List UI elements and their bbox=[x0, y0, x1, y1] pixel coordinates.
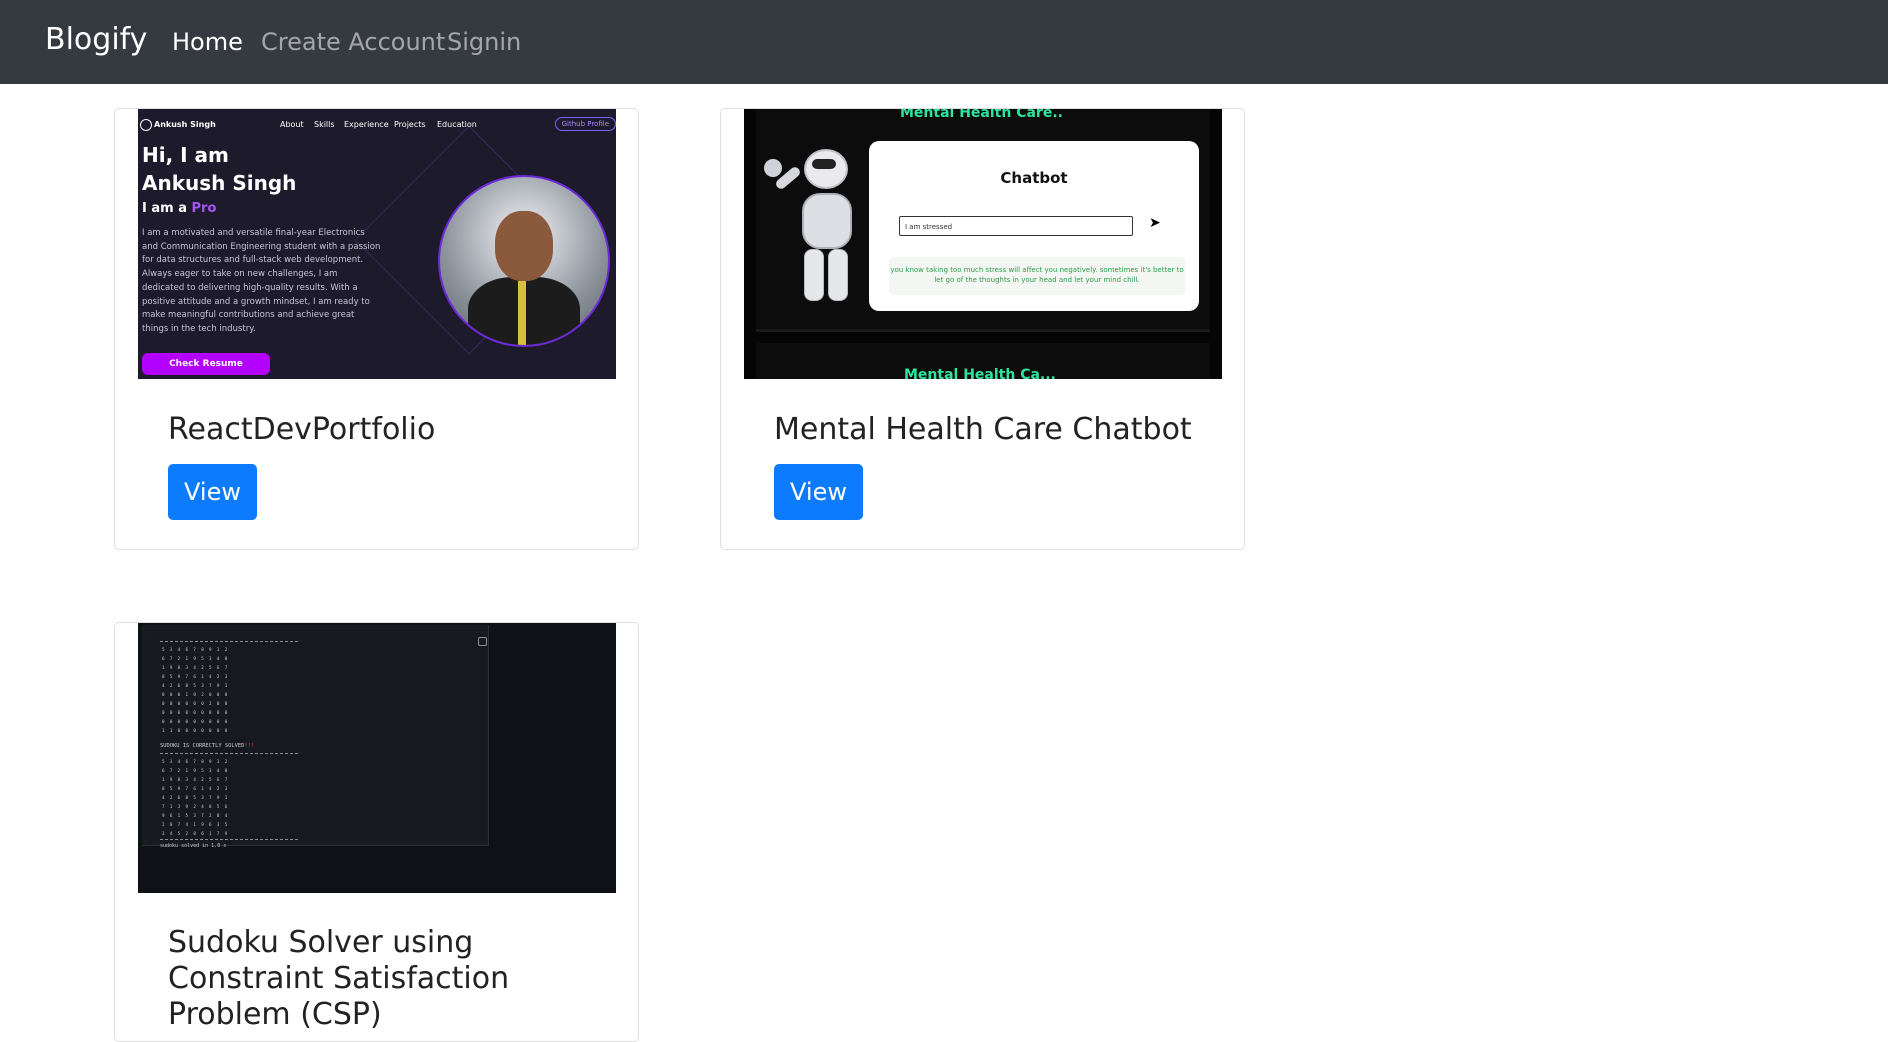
nav-link-signin[interactable]: Signin bbox=[447, 28, 521, 56]
thumb-github-button: Github Profile bbox=[554, 117, 616, 131]
photo-lanyard bbox=[518, 281, 526, 345]
profile-photo bbox=[438, 175, 610, 347]
thumb-greeting-line2: Ankush Singh bbox=[142, 171, 297, 195]
robot-leg bbox=[804, 249, 824, 301]
robot-illustration bbox=[754, 143, 864, 303]
robot-hand bbox=[764, 159, 782, 177]
nav-link-home[interactable]: Home bbox=[172, 28, 243, 56]
sudoku-grid-initial: 5 3 4 6 7 8 9 1 2 6 7 2 1 9 5 3 4 8 1 9 … bbox=[162, 647, 229, 733]
project-card: 5 3 4 6 7 8 9 1 2 6 7 2 1 9 5 3 4 8 1 9 … bbox=[114, 622, 639, 1042]
thumb-menu-item: Skills bbox=[314, 120, 335, 129]
thumb-menu-item: Education bbox=[437, 120, 477, 129]
view-button[interactable]: View bbox=[168, 464, 257, 520]
project-thumbnail[interactable]: Ankush Singh About Skills Experience Pro… bbox=[138, 109, 616, 379]
thumb-menu-item: Experience bbox=[344, 120, 389, 129]
project-thumbnail[interactable]: 5 3 4 6 7 8 9 1 2 6 7 2 1 9 5 3 4 8 1 9 … bbox=[138, 623, 616, 893]
chatbot-title: Chatbot bbox=[1000, 169, 1068, 187]
thumb-check-resume-button: Check Resume bbox=[142, 353, 270, 375]
thumb-heading: Mental Health Care.. bbox=[900, 109, 1063, 121]
thumb-role-value: Pro bbox=[191, 201, 217, 216]
sudoku-grid-solved: 5 3 4 6 7 8 9 1 2 6 7 2 1 9 5 3 4 8 1 9 … bbox=[162, 759, 229, 836]
thumb-logo-name: Ankush Singh bbox=[154, 120, 216, 129]
terminal-output: 5 3 4 6 7 8 9 1 2 6 7 2 1 9 5 3 4 8 1 9 … bbox=[148, 633, 487, 849]
solved-message-mark: !!! bbox=[244, 743, 255, 749]
thumb-greeting: Hi, I am Ankush Singh bbox=[142, 141, 296, 197]
thumb-role-prefix: I am a bbox=[142, 201, 187, 216]
divider-line bbox=[160, 641, 298, 643]
robot-visor bbox=[812, 159, 836, 169]
divider-line bbox=[160, 839, 298, 841]
chatbot-input: I am stressed bbox=[899, 216, 1133, 236]
nav-link-create-account[interactable]: Create Account bbox=[261, 28, 445, 56]
chatbot-box: Chatbot I am stressed ➤ you know taking … bbox=[869, 141, 1199, 311]
thumb-navbar: Ankush Singh About Skills Experience Pro… bbox=[138, 117, 616, 133]
card-title: ReactDevPortfolio bbox=[168, 412, 436, 447]
terminal-footer: sudoku solved in 1.0 s bbox=[160, 843, 227, 849]
thumb-bio: I am a motivated and versatile final-yea… bbox=[142, 228, 381, 334]
solved-message-text: SUDOKU IS CORRECTLY SOLVED bbox=[160, 743, 245, 749]
thumb-greeting-line1: Hi, I am bbox=[142, 143, 229, 167]
solved-message: SUDOKU IS CORRECTLY SOLVED!!! bbox=[160, 743, 254, 749]
chatbot-reply: you know taking too much stress will aff… bbox=[889, 257, 1185, 295]
card-title: Mental Health Care Chatbot bbox=[774, 412, 1192, 447]
divider-line bbox=[160, 753, 298, 755]
project-card: Mental Health Care.. Chatbot I am stress… bbox=[720, 108, 1245, 550]
send-arrow-icon: ➤ bbox=[1149, 215, 1161, 231]
project-card: Ankush Singh About Skills Experience Pro… bbox=[114, 108, 639, 550]
robot-body bbox=[802, 193, 852, 249]
project-thumbnail[interactable]: Mental Health Care.. Chatbot I am stress… bbox=[744, 109, 1222, 379]
thumb-heading-bottom: Mental Health Ca... bbox=[904, 367, 1056, 379]
view-button[interactable]: View bbox=[774, 464, 863, 520]
robot-leg bbox=[828, 249, 848, 301]
thumb-menu-item: Projects bbox=[394, 120, 426, 129]
top-navbar: Blogify Home Create Account Signin bbox=[0, 0, 1888, 84]
thumb-menu-item: About bbox=[280, 120, 304, 129]
brand-logo[interactable]: Blogify bbox=[45, 22, 147, 57]
robot-head bbox=[804, 149, 848, 189]
thumb-role: I am a Pro bbox=[142, 201, 216, 216]
terminal-window: 5 3 4 6 7 8 9 1 2 6 7 2 1 9 5 3 4 8 1 9 … bbox=[142, 625, 489, 849]
photo-face bbox=[495, 211, 553, 281]
card-title: Sudoku Solver using Constraint Satisfact… bbox=[168, 925, 510, 1032]
logo-circle-icon bbox=[140, 119, 152, 131]
copy-icon bbox=[478, 637, 487, 646]
